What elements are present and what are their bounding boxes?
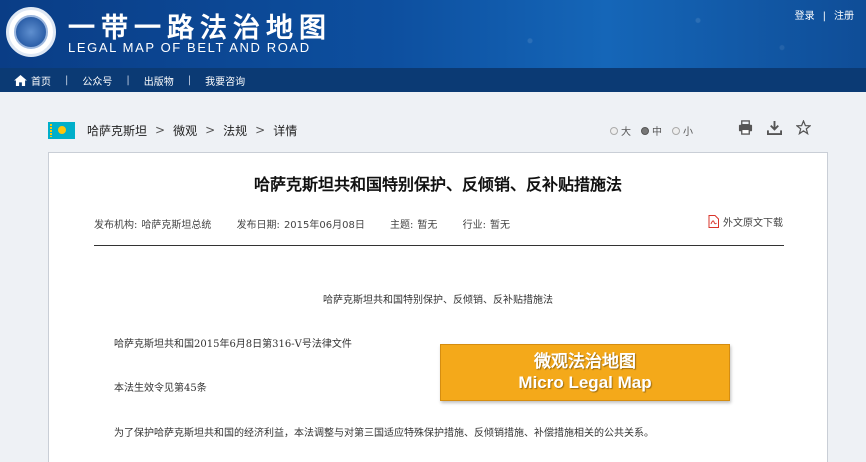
paragraph-effective: 本法生效令见第45条: [114, 383, 207, 394]
account-link-separator: |: [822, 11, 826, 22]
main-nav: 首页 | 公众号 | 出版物 | 我要咨询: [0, 68, 866, 92]
nav-separator: |: [65, 74, 69, 86]
meta-date-label: 发布日期:: [236, 220, 280, 231]
header-divider: [94, 245, 784, 246]
site-header: 一带一路法治地图 LEGAL MAP OF BELT AND ROAD 登录 | 注…: [0, 0, 866, 68]
nav-item-consult[interactable]: 我要咨询: [205, 73, 245, 88]
account-links: 登录 | 注册: [791, 7, 858, 22]
star-icon[interactable]: [796, 120, 811, 135]
banner-title-en: Micro Legal Map: [518, 372, 652, 392]
meta-topic-label: 主题:: [390, 220, 414, 231]
kazakhstan-flag-icon: [48, 121, 75, 139]
login-link[interactable]: 登录: [795, 11, 815, 22]
nav-item-label: 我要咨询: [205, 76, 246, 88]
article-title: 哈萨克斯坦共和国特别保护、反倾销、反补贴措施法: [253, 175, 622, 194]
breadcrumb-country[interactable]: 哈萨克斯坦: [87, 122, 147, 139]
meta-industry-value: 暂无: [489, 220, 510, 231]
download-original-link[interactable]: 外文原文下载: [708, 214, 783, 229]
print-icon[interactable]: [738, 120, 753, 135]
meta-org-label: 发布机构:: [94, 220, 138, 231]
paragraph-law-number: 哈萨克斯坦共和国2015年6月8日第316-V号法律文件: [114, 339, 352, 350]
breadcrumb-detail: 详情: [273, 123, 298, 138]
nav-item-label: 公众号: [82, 76, 113, 88]
breadcrumb-separator: >: [205, 123, 216, 137]
banner-title-cn: 微观法治地图: [534, 351, 636, 372]
logo-emblem-icon: [14, 15, 48, 49]
nav-item-label: 出版物: [143, 76, 174, 88]
meta-date-value: 2015年06月08日: [283, 220, 365, 231]
breadcrumb-laws[interactable]: 法规: [223, 122, 247, 139]
meta-industry-label: 行业:: [462, 220, 486, 231]
nav-item-label: 首页: [31, 76, 51, 88]
breadcrumb-micro[interactable]: 微观: [173, 122, 197, 139]
download-icon[interactable]: [767, 120, 782, 135]
nav-item-wechat[interactable]: 公众号: [82, 73, 112, 88]
micro-legal-map-banner[interactable]: 微观法治地图 Micro Legal Map: [440, 344, 730, 401]
site-logo[interactable]: [6, 7, 56, 57]
breadcrumb: 哈萨克斯坦 > 微观 > 法规 > 详情 大 中 小: [48, 118, 818, 142]
home-icon: [14, 74, 27, 86]
nav-separator: |: [187, 74, 192, 86]
font-size-control: 大 中 小: [600, 123, 693, 138]
breadcrumb-separator: >: [155, 123, 166, 137]
document-heading: 哈萨克斯坦共和国特别保护、反倾销、反补贴措施法: [323, 295, 553, 306]
font-size-small-label[interactable]: 小: [683, 123, 693, 138]
nav-item-publications[interactable]: 出版物: [144, 73, 174, 88]
meta-org-value: 哈萨克斯坦总统: [141, 220, 212, 231]
font-size-large-radio[interactable]: [610, 126, 618, 135]
font-size-large-label[interactable]: 大: [621, 123, 631, 138]
site-title-en: LEGAL MAP OF BELT AND ROAD: [68, 40, 311, 55]
pdf-icon: [708, 215, 719, 228]
register-link[interactable]: 注册: [834, 11, 854, 22]
font-size-medium-label[interactable]: 中: [652, 123, 662, 138]
article-card: 哈萨克斯坦共和国特别保护、反倾销、反补贴措施法 发布机构: 哈萨克斯坦总统 发布日…: [48, 152, 828, 462]
nav-separator: |: [126, 74, 130, 86]
breadcrumb-separator: >: [255, 123, 266, 137]
meta-topic-value: 暂无: [417, 220, 438, 231]
download-original-label: 外文原文下载: [723, 218, 783, 229]
paragraph-purpose: 为了保护哈萨克斯坦共和国的经济利益，本法调整与对第三国适应特殊保护措施、反倾销措…: [114, 428, 654, 439]
font-size-small-radio[interactable]: [672, 126, 680, 135]
nav-item-home[interactable]: 首页: [14, 73, 51, 88]
font-size-medium-radio[interactable]: [641, 126, 649, 135]
article-tools: [738, 120, 811, 135]
article-meta: 发布机构: 哈萨克斯坦总统 发布日期: 2015年06月08日 主题: 暂无 行业: 暂…: [94, 216, 514, 231]
